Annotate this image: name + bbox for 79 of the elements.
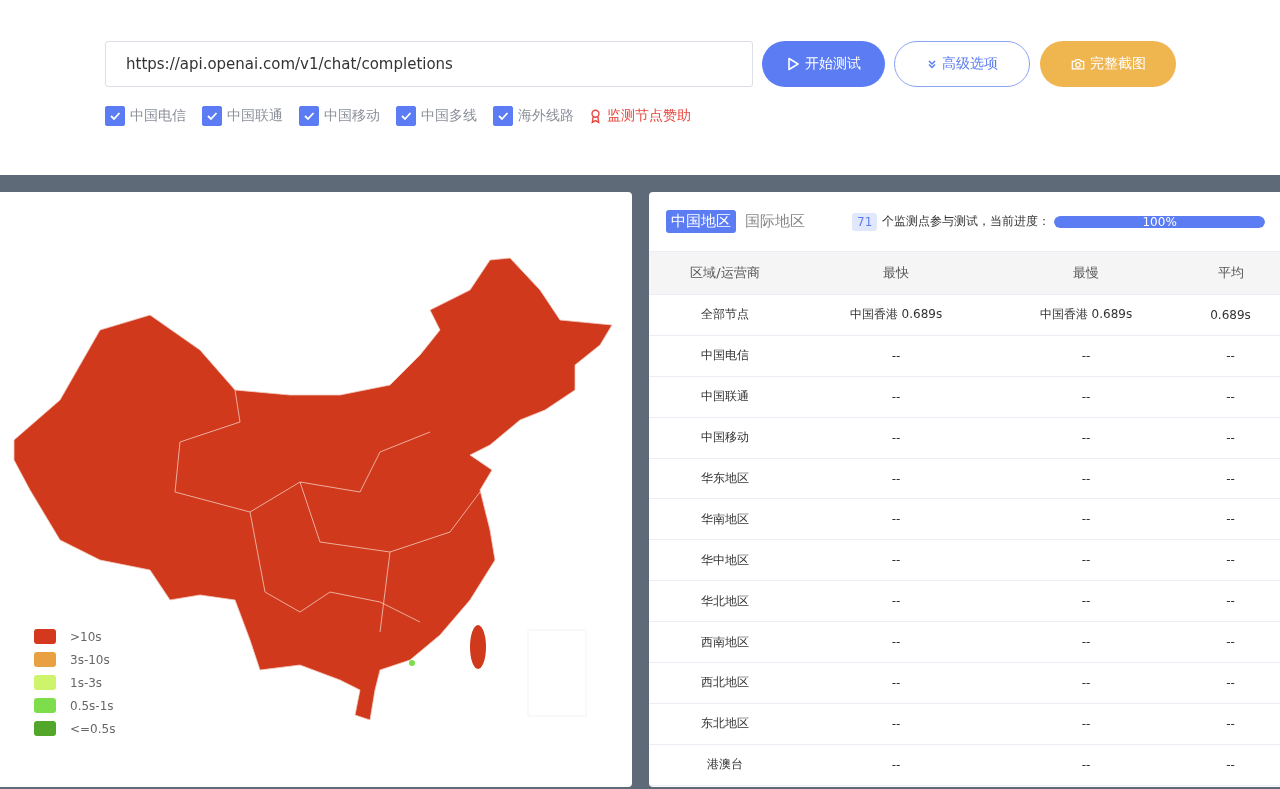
table-cell-text: 港澳台 (706, 756, 744, 774)
checkbox[interactable] (202, 106, 222, 126)
table-cell-text: 华南地区 (700, 510, 750, 528)
legend-label: 0.5s-1s (70, 698, 114, 713)
legend-label: <=0.5s (70, 721, 116, 736)
table-cell-text: -- (1225, 430, 1236, 445)
table-cell-text: -- (890, 716, 902, 731)
progress-label: 个监测点参与测试，当前进度： (882, 213, 1051, 230)
table-cell-text: 西北地区 (700, 674, 750, 692)
table-cell-text: -- (1225, 512, 1236, 527)
checkbox[interactable] (493, 106, 513, 126)
table-cell-text: 中国香港 0.689s (848, 306, 944, 324)
play-icon (786, 57, 800, 71)
legend-label: 3s-10s (70, 652, 110, 667)
checkbox[interactable] (396, 106, 416, 126)
table-cell-text: -- (890, 594, 902, 609)
legend-label: >10s (70, 629, 102, 644)
table-cell-text: -- (890, 675, 902, 690)
table-cell-text: -- (1225, 757, 1236, 772)
filter-checkbox[interactable]: 中国多线 (396, 106, 477, 126)
table-cell-text: -- (890, 512, 902, 527)
filter-checkbox[interactable]: 中国联通 (202, 106, 283, 126)
column-header: 平均 (1216, 264, 1245, 282)
table-cell-text: -- (1080, 430, 1092, 445)
node-count: 71 (852, 212, 878, 231)
table-cell-text: -- (1080, 675, 1092, 690)
table-cell-text: -- (890, 635, 902, 650)
table-cell-text: -- (1225, 471, 1236, 486)
table-cell-text: -- (1080, 757, 1092, 772)
table-cell-text: -- (890, 348, 902, 363)
table-cell-text: -- (1080, 512, 1092, 527)
table-cell-text: -- (890, 389, 902, 404)
table-cell-text: 中国香港 0.689s (1038, 306, 1134, 324)
legend-label: 1s-3s (70, 675, 103, 690)
table-cell-text: 中国联通 (700, 388, 750, 406)
table-cell-text: 全部节点 (700, 306, 750, 324)
progress-reading: 100% (1141, 215, 1178, 228)
url-field[interactable]: https://api.openai.com/v1/chat/completions (105, 41, 753, 87)
table-cell-text: -- (890, 430, 902, 445)
column-header: 最慢 (1072, 264, 1100, 282)
table-cell-text: -- (890, 553, 902, 568)
table-cell-text: 西南地区 (700, 633, 750, 651)
table-cell-text: -- (1225, 348, 1236, 363)
table-cell-text: 华中地区 (700, 551, 750, 569)
column-header: 区域/运营商 (689, 264, 761, 282)
table-cell-text: 华北地区 (700, 592, 750, 610)
table-cell-text: -- (1225, 389, 1236, 404)
camera-icon (1070, 57, 1085, 71)
filter-checkbox[interactable]: 中国电信 (105, 106, 186, 126)
table-cell-text: 中国移动 (700, 429, 750, 447)
table-cell-text: -- (1080, 594, 1092, 609)
table-cell-text: -- (1080, 553, 1092, 568)
table-cell-text: 东北地区 (700, 715, 750, 733)
filter-checkbox[interactable]: 中国移动 (299, 106, 380, 126)
start-button[interactable]: 开始测试 (762, 41, 885, 87)
table-cell-text: -- (1080, 389, 1092, 404)
table-cell-text: -- (890, 757, 902, 772)
filter-checkbox[interactable]: 海外线路 (493, 106, 574, 126)
table-cell-text: 0.689s (1209, 307, 1252, 322)
table-cell-text: 华东地区 (700, 470, 750, 487)
region-tab[interactable]: 中国地区 (666, 210, 736, 233)
table-cell-text: -- (1225, 635, 1236, 650)
double-chevron-icon (926, 59, 937, 69)
table-cell-text: -- (1225, 716, 1236, 731)
table-cell-text: -- (1080, 348, 1092, 363)
column-header: 最快 (882, 264, 910, 282)
checkbox[interactable] (105, 106, 125, 126)
table-cell-text: -- (890, 471, 902, 486)
table-cell-text: -- (1225, 553, 1236, 568)
table-cell-text: -- (1080, 471, 1092, 486)
award-icon (590, 108, 601, 124)
table-cell-text: 中国电信 (700, 347, 750, 365)
table-cell-text: -- (1080, 635, 1092, 650)
table-cell-text: -- (1225, 594, 1236, 609)
table-cell-text: -- (1225, 675, 1236, 690)
advanced-button[interactable]: 高级选项 (894, 41, 1030, 87)
checkbox[interactable] (299, 106, 319, 126)
sponsor-link[interactable]: 监测节点赞助 (590, 107, 691, 125)
table-cell-text: -- (1080, 716, 1092, 731)
